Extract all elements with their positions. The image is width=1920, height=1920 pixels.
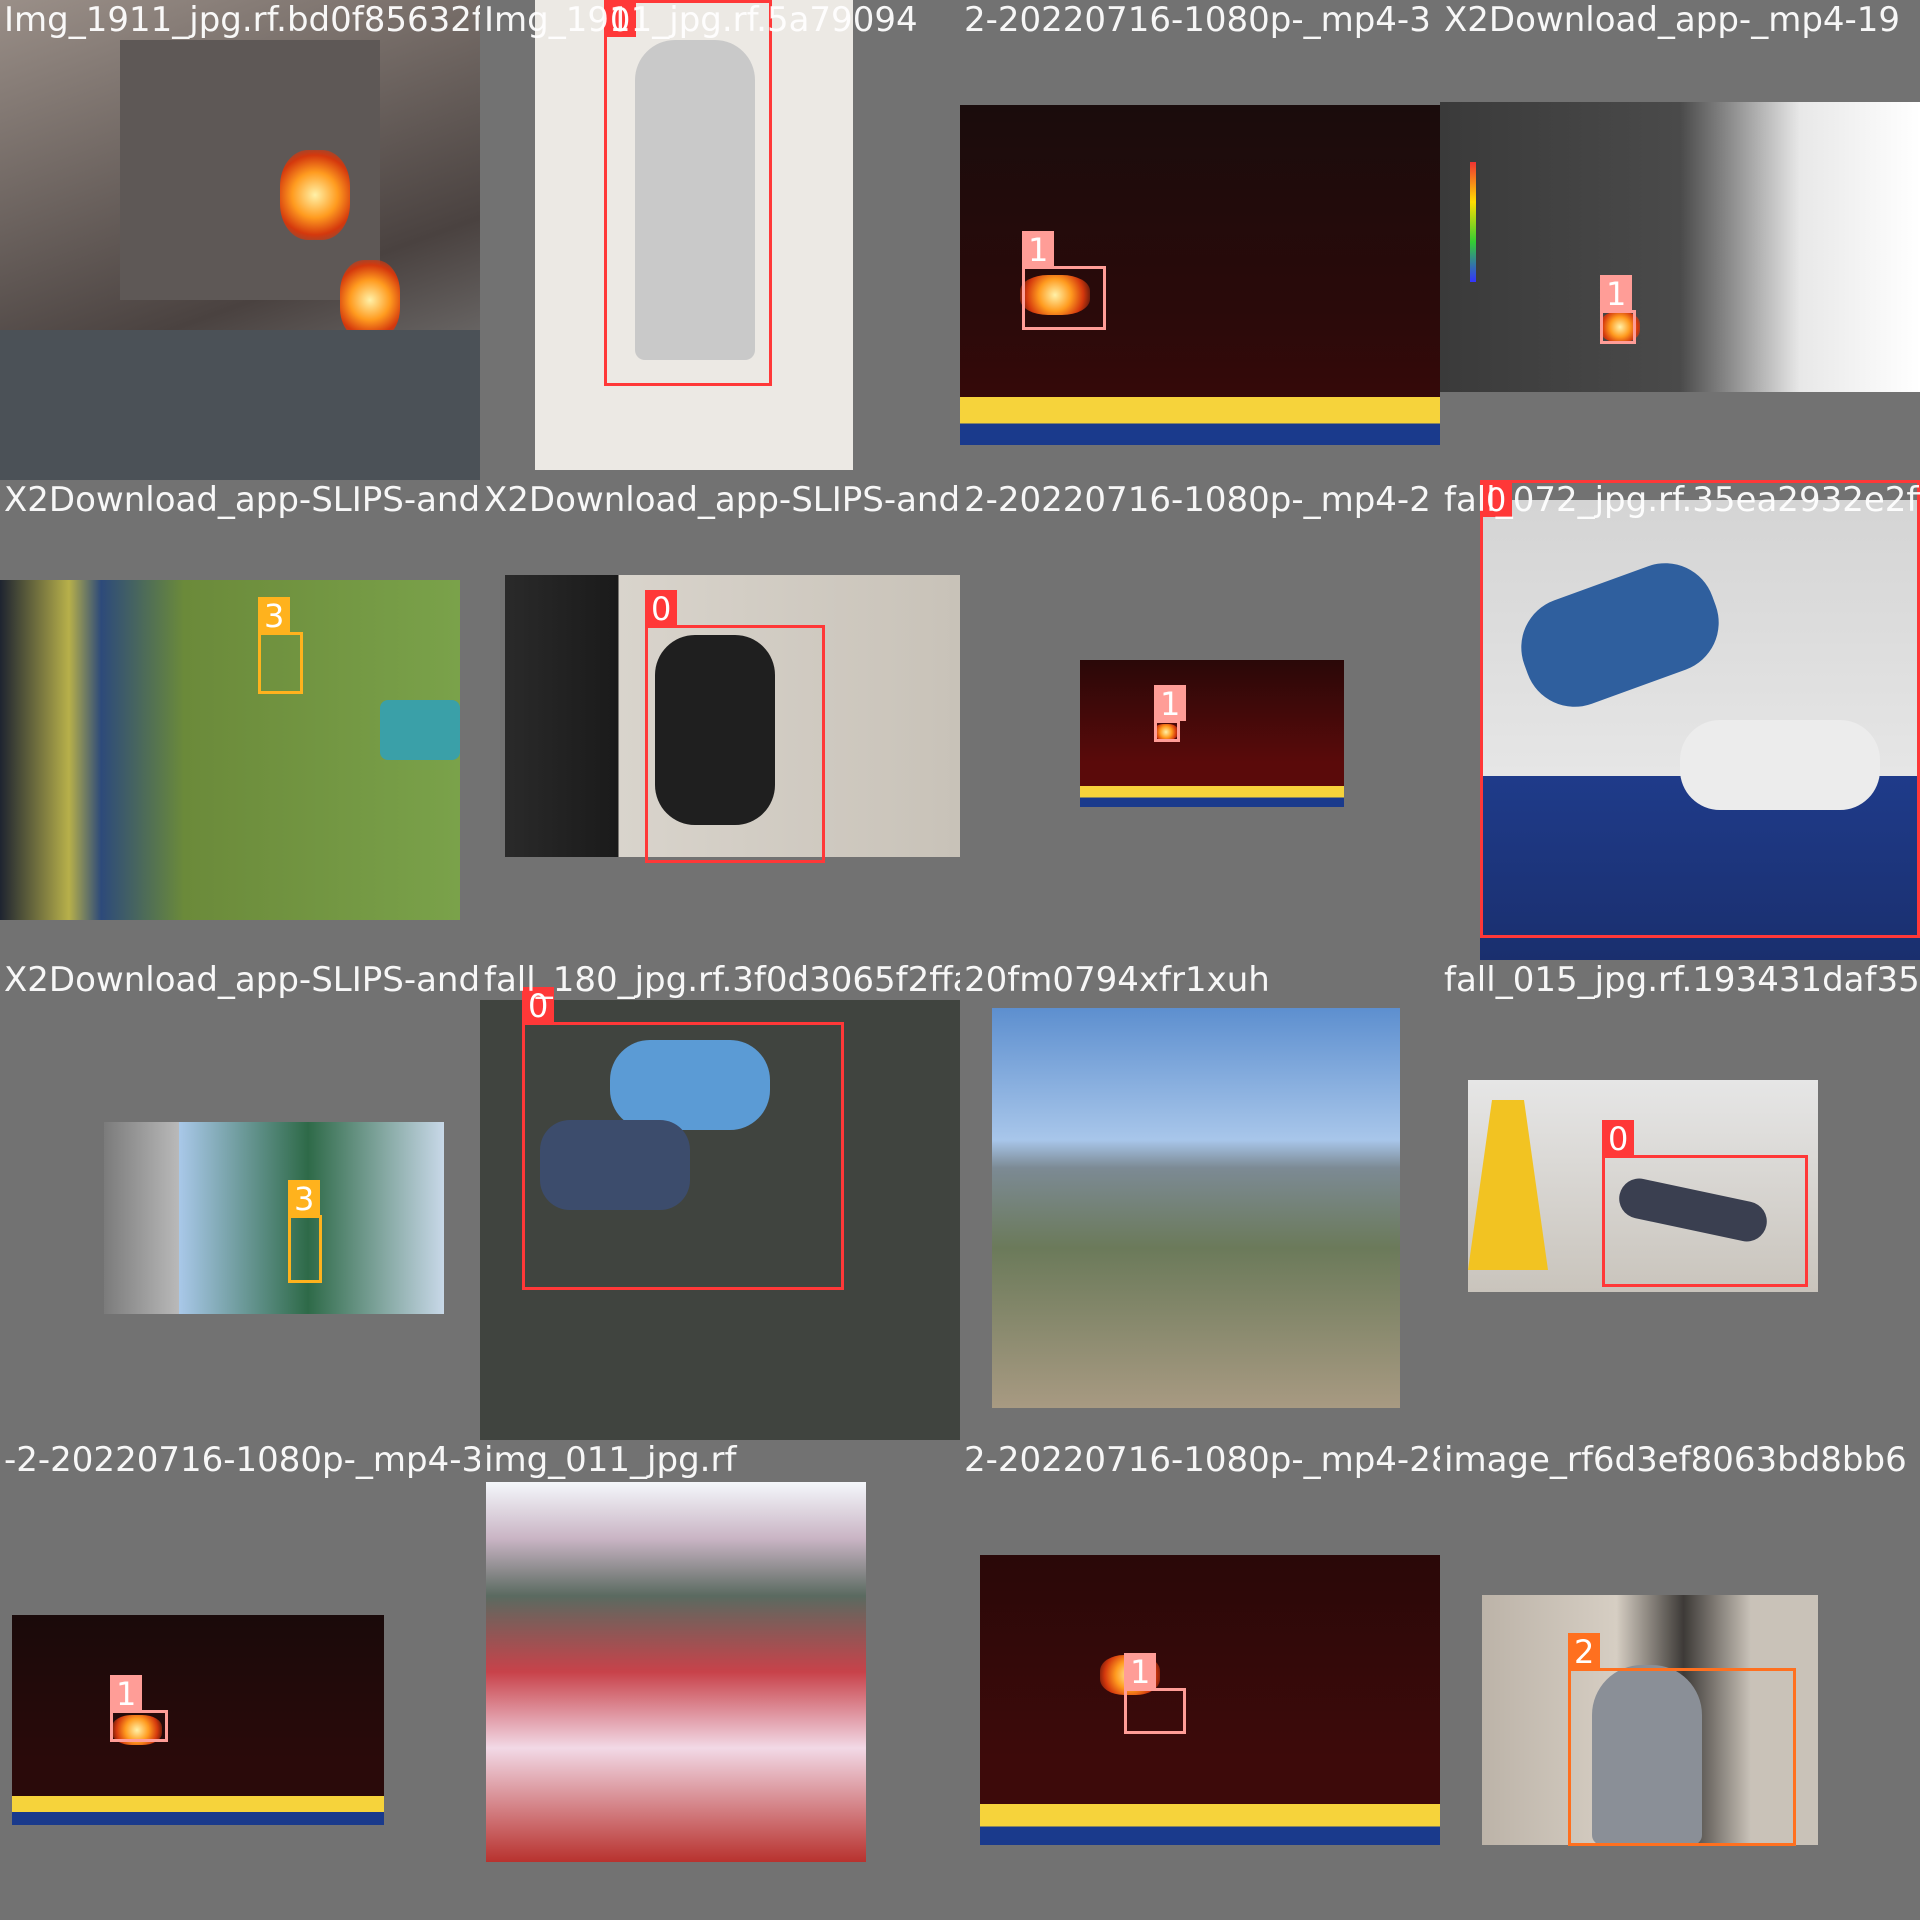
fire-shape: [280, 150, 350, 240]
detection-box: 1: [1154, 685, 1187, 742]
tile-filename: img_011_jpg.rf: [484, 1440, 737, 1480]
fire-shape: [340, 260, 400, 340]
tile-image: [104, 1122, 444, 1314]
caution-sign-shape: [1468, 1100, 1548, 1270]
detection-box: 1: [110, 1675, 168, 1742]
tile: 2 image_rf6d3ef8063bd8bb6: [1440, 1440, 1920, 1920]
tile-filename: X2Download_app-SLIPS-and: [4, 480, 480, 520]
detection-label: 3: [288, 1180, 321, 1218]
tile-filename: fall_015_jpg.rf.193431daf35eb: [1444, 960, 1920, 1000]
yard-shape: [0, 330, 480, 480]
tile-filename: X2Download_app-_mp4-19: [1444, 0, 1901, 40]
tile-image: [0, 0, 480, 480]
tile: 1 -2-20220716-1080p-_mp4-302_jpg.rf.1daf…: [0, 1440, 480, 1920]
detection-box: 1: [1022, 231, 1106, 330]
tile-image: [1440, 102, 1920, 392]
tile: 1 2-20220716-1080p-_mp4-3: [960, 0, 1440, 480]
tile: 1 X2Download_app-_mp4-19: [1440, 0, 1920, 480]
tile-filename: fall_072_jpg.rf.35ea2932e2ff: [1444, 480, 1920, 520]
detection-label: 1: [110, 1675, 143, 1713]
tile: Img_1911_jpg.rf.bd0f85632f498f6b1f6627f6: [0, 0, 480, 480]
tile-filename: Img_1911_jpg.rf.bd0f85632f498f6b1f6627f6: [4, 0, 480, 40]
tile-filename: 2-20220716-1080p-_mp4-2: [964, 480, 1431, 520]
detection-box: 0: [645, 590, 825, 863]
detection-box: 0: [604, 0, 772, 386]
tile: img_011_jpg.rf: [480, 1440, 960, 1920]
tile-filename: 2-20220716-1080p-_mp4-3: [964, 0, 1431, 40]
detection-box: 3: [288, 1180, 322, 1283]
tile-filename: fall_180_jpg.rf.3f0d3065f2ffa: [484, 960, 960, 1000]
tile-filename: -2-20220716-1080p-_mp4-302_jpg.rf.1daf56…: [4, 1440, 480, 1480]
tile: 3 X2Download_app-SLIPS-and: [0, 480, 480, 960]
tile: 1 2-20220716-1080p-_mp4-2: [960, 480, 1440, 960]
detection-label: 0: [1602, 1120, 1635, 1158]
color-scale-shape: [1470, 162, 1476, 282]
detection-label: 3: [258, 597, 291, 635]
mosaic-grid: Img_1911_jpg.rf.bd0f85632f498f6b1f6627f6…: [0, 0, 1920, 1920]
tile: 20fm0794xfr1xuh: [960, 960, 1440, 1440]
tile-image: [980, 1555, 1440, 1845]
tile-image: [1080, 660, 1344, 807]
tile-image: [992, 1008, 1400, 1408]
tile-image: [12, 1615, 384, 1825]
news-banner: [960, 397, 1440, 445]
news-banner: [1080, 786, 1344, 807]
tile: 0 fall_015_jpg.rf.193431daf35eb: [1440, 960, 1920, 1440]
detection-box: 0: [522, 987, 844, 1290]
tile: 3 X2Download_app-SLIPS-and-Fail-That-Fai…: [0, 960, 480, 1440]
tile-filename: image_rf6d3ef8063bd8bb6: [1444, 1440, 1907, 1480]
tile: 0 fall_072_jpg.rf.35ea2932e2ff: [1440, 480, 1920, 960]
tile-filename: 2-20220716-1080p-_mp4-281_jpg.rf.: [964, 1440, 1440, 1480]
detection-label: 0: [645, 590, 678, 628]
detection-box: 1: [1600, 275, 1636, 344]
detection-label: 1: [1124, 1653, 1157, 1691]
car-shape: [380, 700, 460, 760]
detection-box: 0: [1480, 480, 1920, 938]
tile: 0 fall_180_jpg.rf.3f0d3065f2ffa: [480, 960, 960, 1440]
tile: 0 X2Download_app-SLIPS-and-Fail-That-Fai…: [480, 480, 960, 960]
tile-filename: Img_1911_jpg.rf.5a79094: [484, 0, 918, 40]
tile-filename: X2Download_app-SLIPS-and-Fail-That-Fail: [484, 480, 960, 520]
detection-label: 1: [1022, 231, 1055, 269]
tile-filename: 20fm0794xfr1xuh: [964, 960, 1270, 1000]
detection-box: 3: [258, 597, 303, 694]
tile: 0 Img_1911_jpg.rf.5a79094: [480, 0, 960, 480]
detection-box: 0: [1602, 1120, 1808, 1287]
detection-label: 1: [1600, 275, 1633, 313]
tile-image: [0, 580, 460, 920]
detection-label: 1: [1154, 685, 1187, 723]
tile-image: [486, 1482, 866, 1862]
news-banner: [980, 1804, 1440, 1845]
detection-box: 2: [1568, 1633, 1796, 1846]
detection-box: 1: [1124, 1653, 1186, 1734]
tile-filename: X2Download_app-SLIPS-and-Fail-That-Fail: [4, 960, 480, 1000]
detection-label: 2: [1568, 1633, 1601, 1671]
news-banner: [12, 1795, 384, 1825]
tile: 1 2-20220716-1080p-_mp4-281_jpg.rf.: [960, 1440, 1440, 1920]
